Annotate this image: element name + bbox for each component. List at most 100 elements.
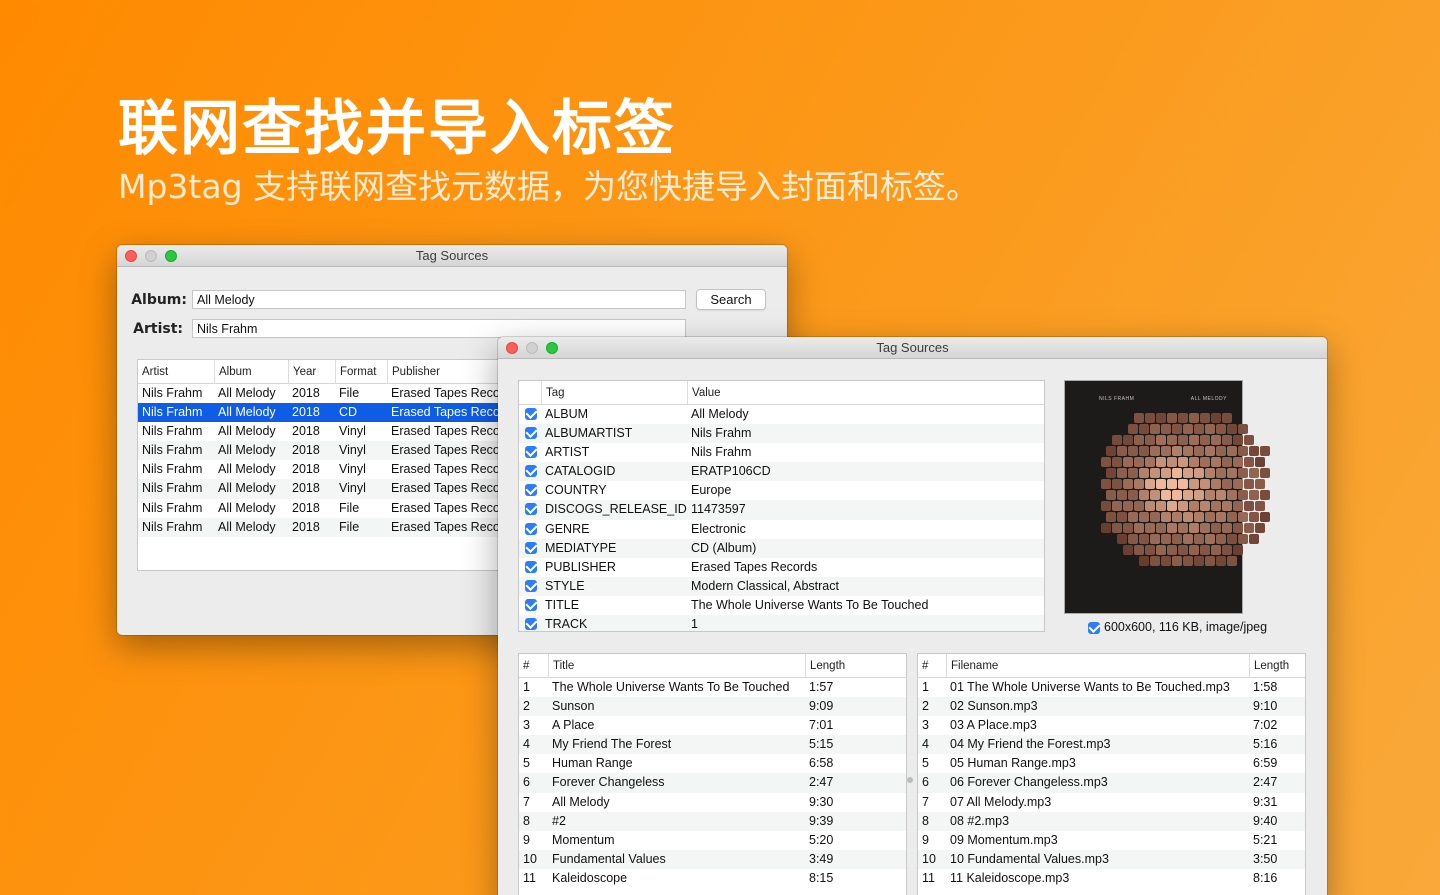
column-header[interactable]: Tag — [541, 381, 687, 405]
tag-row[interactable]: DISCOGS_RELEASE_ID 11473597 — [519, 500, 1044, 520]
tag-checkbox[interactable] — [525, 541, 537, 554]
file-row[interactable]: 5 05 Human Range.mp3 6:59 — [918, 754, 1305, 773]
column-header[interactable]: # — [519, 654, 548, 678]
tag-row[interactable]: COUNTRY Europe — [519, 481, 1044, 500]
file-row[interactable]: 6 06 Forever Changeless.mp3 2:47 — [918, 773, 1305, 793]
file-row[interactable]: 10 10 Fundamental Values.mp3 3:50 — [918, 849, 1305, 869]
column-header[interactable]: Length — [1249, 654, 1305, 678]
column-header[interactable]: Format — [335, 360, 387, 384]
cover-pixel — [1139, 534, 1149, 544]
cover-pixel — [1106, 490, 1116, 500]
column-header[interactable]: Length — [805, 654, 906, 678]
splitter-handle-icon[interactable] — [907, 777, 913, 783]
file-row[interactable]: 11 11 Kaleidoscope.mp3 8:16 — [918, 869, 1305, 888]
tag-checkbox[interactable] — [525, 598, 537, 611]
table-cell: All Melody — [218, 443, 276, 458]
cover-checkbox[interactable] — [1088, 622, 1100, 634]
table-cell: ALBUM — [545, 407, 589, 421]
cover-pixel — [1167, 479, 1177, 489]
file-row[interactable]: 4 04 My Friend the Forest.mp3 5:16 — [918, 735, 1305, 755]
tag-row[interactable]: ARTIST Nils Frahm — [519, 443, 1044, 462]
column-header[interactable]: # — [918, 654, 946, 678]
search-button[interactable]: Search — [696, 289, 766, 310]
table-cell: 03 A Place.mp3 — [950, 718, 1037, 733]
tag-row[interactable]: STYLE Modern Classical, Abstract — [519, 576, 1044, 596]
track-row[interactable]: 11 Kaleidoscope 8:15 — [519, 869, 906, 888]
album-field[interactable]: All Melody — [192, 290, 686, 309]
tag-row[interactable]: ALBUMARTIST Nils Frahm — [519, 424, 1044, 444]
cover-pixel — [1205, 490, 1215, 500]
file-row[interactable]: 3 03 A Place.mp3 7:02 — [918, 716, 1305, 735]
track-row[interactable]: 8 #2 9:39 — [519, 811, 906, 831]
track-row[interactable]: 4 My Friend The Forest 5:15 — [519, 735, 906, 755]
cover-pixel — [1134, 501, 1144, 511]
cover-pixel — [1222, 435, 1232, 445]
tag-row[interactable]: TRACK 1 — [519, 615, 1044, 631]
cover-pixel — [1233, 545, 1243, 555]
album-cover[interactable]: NILS FRAHM ALL MELODY — [1064, 380, 1270, 614]
tag-checkbox[interactable] — [525, 579, 537, 592]
track-row[interactable]: 7 All Melody 9:30 — [519, 793, 906, 812]
table-cell: Nils Frahm — [691, 445, 752, 460]
file-row[interactable]: 9 09 Momentum.mp3 5:21 — [918, 831, 1305, 850]
track-row[interactable]: 5 Human Range 6:58 — [519, 754, 906, 773]
cover-pixel — [1145, 413, 1155, 423]
window-title: Tag Sources — [876, 340, 949, 355]
zoom-icon[interactable] — [546, 342, 558, 354]
tag-checkbox[interactable] — [525, 408, 537, 420]
window-titlebar[interactable]: Tag Sources — [498, 337, 1327, 359]
file-row[interactable]: 2 02 Sunson.mp3 9:10 — [918, 697, 1305, 717]
zoom-icon[interactable] — [165, 250, 177, 262]
tag-row[interactable]: MEDIATYPE CD (Album) — [519, 538, 1044, 558]
table-cell: 02 Sunson.mp3 — [950, 699, 1038, 714]
tag-row[interactable]: CATALOGID ERATP106CD — [519, 462, 1044, 482]
cover-info-text: 600x600, 116 KB, image/jpeg — [1104, 620, 1268, 634]
track-row[interactable]: 2 Sunson 9:09 — [519, 697, 906, 717]
cover-pixel — [1244, 523, 1254, 533]
track-row[interactable]: 10 Fundamental Values 3:49 — [519, 849, 906, 869]
table-cell: COUNTRY — [545, 483, 607, 498]
tag-checkbox[interactable] — [525, 446, 537, 459]
cover-pixel — [1139, 446, 1149, 456]
column-header[interactable]: Artist — [138, 360, 214, 384]
file-row[interactable]: 1 01 The Whole Universe Wants to Be Touch… — [918, 678, 1305, 697]
track-row[interactable]: 3 A Place 7:01 — [519, 716, 906, 735]
tag-checkbox[interactable] — [525, 618, 537, 631]
cover-pixel — [1194, 556, 1204, 566]
cover-pixel — [1244, 501, 1254, 511]
window-titlebar[interactable]: Tag Sources — [117, 245, 787, 267]
tag-row[interactable]: GENRE Electronic — [519, 520, 1044, 539]
tag-checkbox[interactable] — [525, 503, 537, 516]
cover-pixel — [1178, 435, 1188, 445]
track-row[interactable]: 9 Momentum 5:20 — [519, 831, 906, 850]
artist-field[interactable]: Nils Frahm — [192, 319, 686, 338]
tag-checkbox[interactable] — [525, 522, 537, 535]
file-row[interactable]: 8 08 #2.mp3 9:40 — [918, 811, 1305, 831]
minimize-icon[interactable] — [145, 250, 157, 262]
column-header[interactable]: Album — [214, 360, 288, 384]
tag-row[interactable]: PUBLISHER Erased Tapes Records — [519, 558, 1044, 577]
cover-pixel — [1178, 479, 1188, 489]
table-cell: 2 — [523, 699, 530, 714]
track-row[interactable]: 6 Forever Changeless 2:47 — [519, 773, 906, 793]
close-icon[interactable] — [506, 342, 518, 354]
table-cell: Nils Frahm — [142, 424, 203, 439]
tag-checkbox[interactable] — [525, 560, 537, 573]
minimize-icon[interactable] — [526, 342, 538, 354]
cover-pixel — [1222, 457, 1232, 467]
tag-row[interactable]: ALBUM All Melody — [519, 405, 1044, 424]
tag-checkbox[interactable] — [525, 465, 537, 478]
tag-checkbox[interactable] — [525, 427, 537, 440]
files-table: # Filename Length 1 01 The Whole Universe W… — [917, 653, 1306, 895]
column-header[interactable]: Year — [288, 360, 335, 384]
column-header[interactable]: Value — [687, 381, 1044, 405]
file-row[interactable]: 7 07 All Melody.mp3 9:31 — [918, 793, 1305, 812]
track-row[interactable]: 1 The Whole Universe Wants To Be Touched 1… — [519, 678, 906, 697]
column-header[interactable]: Filename — [946, 654, 1249, 678]
close-icon[interactable] — [125, 250, 137, 262]
tag-checkbox[interactable] — [525, 484, 537, 497]
column-header[interactable]: Title — [548, 654, 805, 678]
tag-row[interactable]: TITLE The Whole Universe Wants To Be Touc… — [519, 596, 1044, 615]
cover-pixel — [1145, 457, 1155, 467]
table-cell: 9:09 — [809, 699, 834, 714]
